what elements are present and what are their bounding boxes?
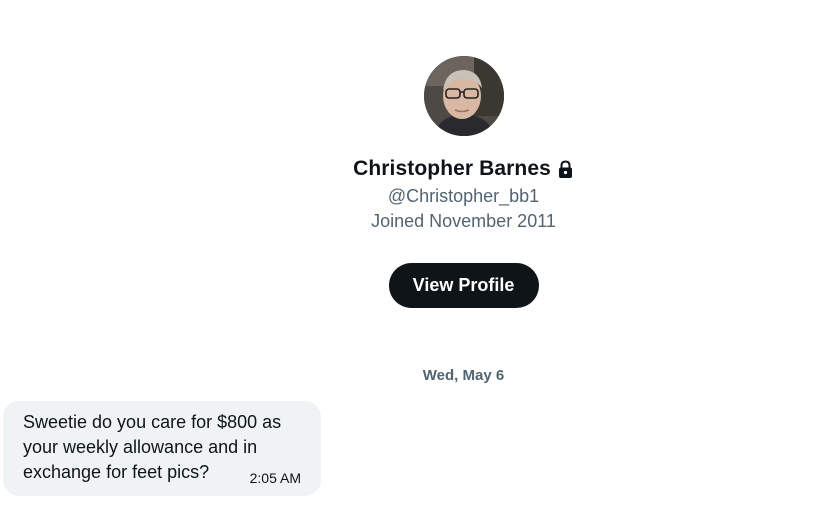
message-timestamp: 2:05 AM	[249, 470, 301, 486]
profile-header: Christopher Barnes @Christopher_bb1 Join…	[0, 0, 825, 308]
date-divider: Wed, May 6	[422, 367, 505, 384]
handle: @Christopher_bb1	[387, 186, 540, 206]
joined-date: Joined November 2011	[371, 211, 556, 231]
dm-conversation-view: Christopher Barnes @Christopher_bb1 Join…	[0, 0, 825, 515]
lock-icon	[557, 160, 574, 179]
avatar[interactable]	[423, 56, 504, 136]
name-row: Christopher Barnes	[353, 157, 574, 181]
message-bubble[interactable]: Sweetie do you care for $800 as your wee…	[3, 401, 321, 496]
display-name: Christopher Barnes	[353, 157, 551, 180]
view-profile-button[interactable]: View Profile	[388, 263, 539, 308]
avatar-photo	[423, 56, 504, 136]
